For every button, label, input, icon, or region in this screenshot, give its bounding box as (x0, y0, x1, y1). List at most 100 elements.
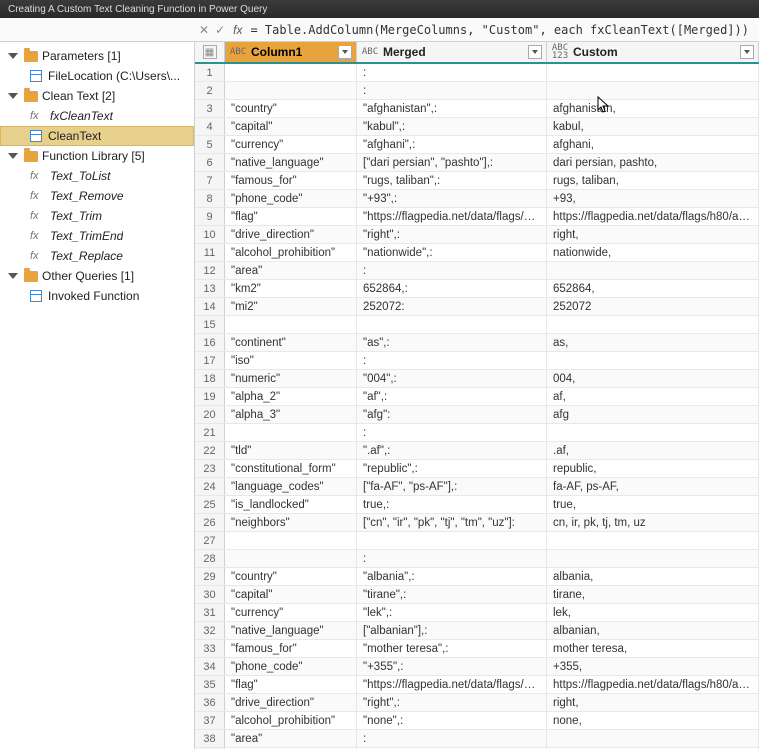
row-number[interactable]: 33 (195, 640, 225, 657)
cell[interactable]: "none",: (357, 712, 547, 729)
cell[interactable]: cn, ir, pk, tj, tm, uz (547, 514, 759, 531)
cell[interactable]: ["fa-AF", "ps-AF"],: (357, 478, 547, 495)
cell[interactable]: https://flagpedia.net/data/flags/h80/al.… (547, 676, 759, 693)
row-number[interactable]: 35 (195, 676, 225, 693)
cell[interactable]: : (357, 82, 547, 99)
row-number[interactable]: 29 (195, 568, 225, 585)
table-row[interactable]: 15 (195, 316, 759, 334)
cell[interactable]: mother teresa, (547, 640, 759, 657)
table-row[interactable]: 1: (195, 64, 759, 82)
cell[interactable]: "+355",: (357, 658, 547, 675)
cell[interactable]: "phone_code" (225, 190, 357, 207)
cell[interactable]: "alpha_3" (225, 406, 357, 423)
table-row[interactable]: 17"iso": (195, 352, 759, 370)
cell[interactable]: republic, (547, 460, 759, 477)
table-row[interactable]: 6"native_language"["dari persian", "pash… (195, 154, 759, 172)
cell[interactable]: "drive_direction" (225, 226, 357, 243)
cell[interactable] (225, 316, 357, 333)
row-number[interactable]: 6 (195, 154, 225, 171)
cell[interactable]: "nationwide",: (357, 244, 547, 261)
row-number[interactable]: 17 (195, 352, 225, 369)
table-row[interactable]: 5"currency""afghani",:afghani, (195, 136, 759, 154)
sidebar-item[interactable]: fxText_Trim (0, 206, 194, 226)
row-number[interactable]: 31 (195, 604, 225, 621)
cell[interactable]: right, (547, 226, 759, 243)
table-row[interactable]: 21: (195, 424, 759, 442)
row-number[interactable]: 34 (195, 658, 225, 675)
cell[interactable]: : (357, 424, 547, 441)
table-row[interactable]: 24"language_codes"["fa-AF", "ps-AF"],:fa… (195, 478, 759, 496)
sidebar-item[interactable]: fxText_Remove (0, 186, 194, 206)
cell[interactable]: "phone_code" (225, 658, 357, 675)
row-number[interactable]: 27 (195, 532, 225, 549)
cell[interactable]: "flag" (225, 208, 357, 225)
cell[interactable] (225, 550, 357, 567)
row-number[interactable]: 36 (195, 694, 225, 711)
cell[interactable]: +93, (547, 190, 759, 207)
row-number[interactable]: 7 (195, 172, 225, 189)
cell[interactable]: "right",: (357, 694, 547, 711)
cell[interactable]: "area" (225, 730, 357, 747)
table-row[interactable]: 35"flag""https://flagpedia.net/data/flag… (195, 676, 759, 694)
table-row[interactable]: 28: (195, 550, 759, 568)
cell[interactable]: nationwide, (547, 244, 759, 261)
cell[interactable]: fa-AF, ps-AF, (547, 478, 759, 495)
sidebar-group[interactable]: Parameters [1] (0, 46, 194, 66)
cell[interactable] (547, 532, 759, 549)
cell[interactable]: "is_landlocked" (225, 496, 357, 513)
cell[interactable]: "afghanistan",: (357, 100, 547, 117)
cell[interactable]: afghani, (547, 136, 759, 153)
cell[interactable]: as, (547, 334, 759, 351)
cell[interactable]: "afg": (357, 406, 547, 423)
cell[interactable] (547, 550, 759, 567)
sidebar-item[interactable]: FileLocation (C:\Users\... (0, 66, 194, 86)
cell[interactable] (547, 82, 759, 99)
sidebar-item[interactable]: fxText_TrimEnd (0, 226, 194, 246)
cell[interactable]: none, (547, 712, 759, 729)
cell[interactable] (225, 532, 357, 549)
cell[interactable]: "native_language" (225, 622, 357, 639)
cell[interactable]: "area" (225, 262, 357, 279)
cell[interactable]: "republic",: (357, 460, 547, 477)
cell[interactable]: "mother teresa",: (357, 640, 547, 657)
row-number[interactable]: 19 (195, 388, 225, 405)
cell[interactable]: ["albanian"],: (357, 622, 547, 639)
column-header[interactable]: ABC 123Custom (547, 42, 759, 62)
cell[interactable]: "famous_for" (225, 640, 357, 657)
cell[interactable]: : (357, 262, 547, 279)
cell[interactable]: "as",: (357, 334, 547, 351)
cell[interactable]: "lek",: (357, 604, 547, 621)
cell[interactable]: afg (547, 406, 759, 423)
row-number[interactable]: 14 (195, 298, 225, 315)
cell[interactable] (225, 424, 357, 441)
filter-dropdown-icon[interactable] (740, 45, 754, 59)
cell[interactable]: "country" (225, 100, 357, 117)
table-row[interactable]: 12"area": (195, 262, 759, 280)
cell[interactable] (225, 64, 357, 81)
cell[interactable]: "km2" (225, 280, 357, 297)
row-number[interactable]: 25 (195, 496, 225, 513)
sidebar-item[interactable]: fxText_Replace (0, 246, 194, 266)
cell[interactable]: "afghani",: (357, 136, 547, 153)
table-row[interactable]: 8"phone_code""+93",:+93, (195, 190, 759, 208)
row-number[interactable]: 28 (195, 550, 225, 567)
filter-dropdown-icon[interactable] (338, 45, 352, 59)
cell[interactable]: ["cn", "ir", "pk", "tj", "tm", "uz"]: (357, 514, 547, 531)
cell[interactable] (547, 64, 759, 81)
cell[interactable]: kabul, (547, 118, 759, 135)
cell[interactable]: : (357, 730, 547, 747)
row-number[interactable]: 38 (195, 730, 225, 747)
table-row[interactable]: 31"currency""lek",:lek, (195, 604, 759, 622)
cell[interactable]: true,: (357, 496, 547, 513)
row-number[interactable]: 30 (195, 586, 225, 603)
row-number[interactable]: 10 (195, 226, 225, 243)
cell[interactable]: "capital" (225, 118, 357, 135)
cell[interactable]: "capital" (225, 586, 357, 603)
cell[interactable]: "drive_direction" (225, 694, 357, 711)
table-row[interactable]: 11"alcohol_prohibition""nationwide",:nat… (195, 244, 759, 262)
grid-corner[interactable]: ▦ (195, 42, 225, 62)
datatype-icon[interactable]: ABC 123 (551, 44, 569, 60)
cell[interactable]: 004, (547, 370, 759, 387)
table-row[interactable]: 23"constitutional_form""republic",:repub… (195, 460, 759, 478)
formula-cancel-icon[interactable]: ✕ (199, 23, 209, 37)
